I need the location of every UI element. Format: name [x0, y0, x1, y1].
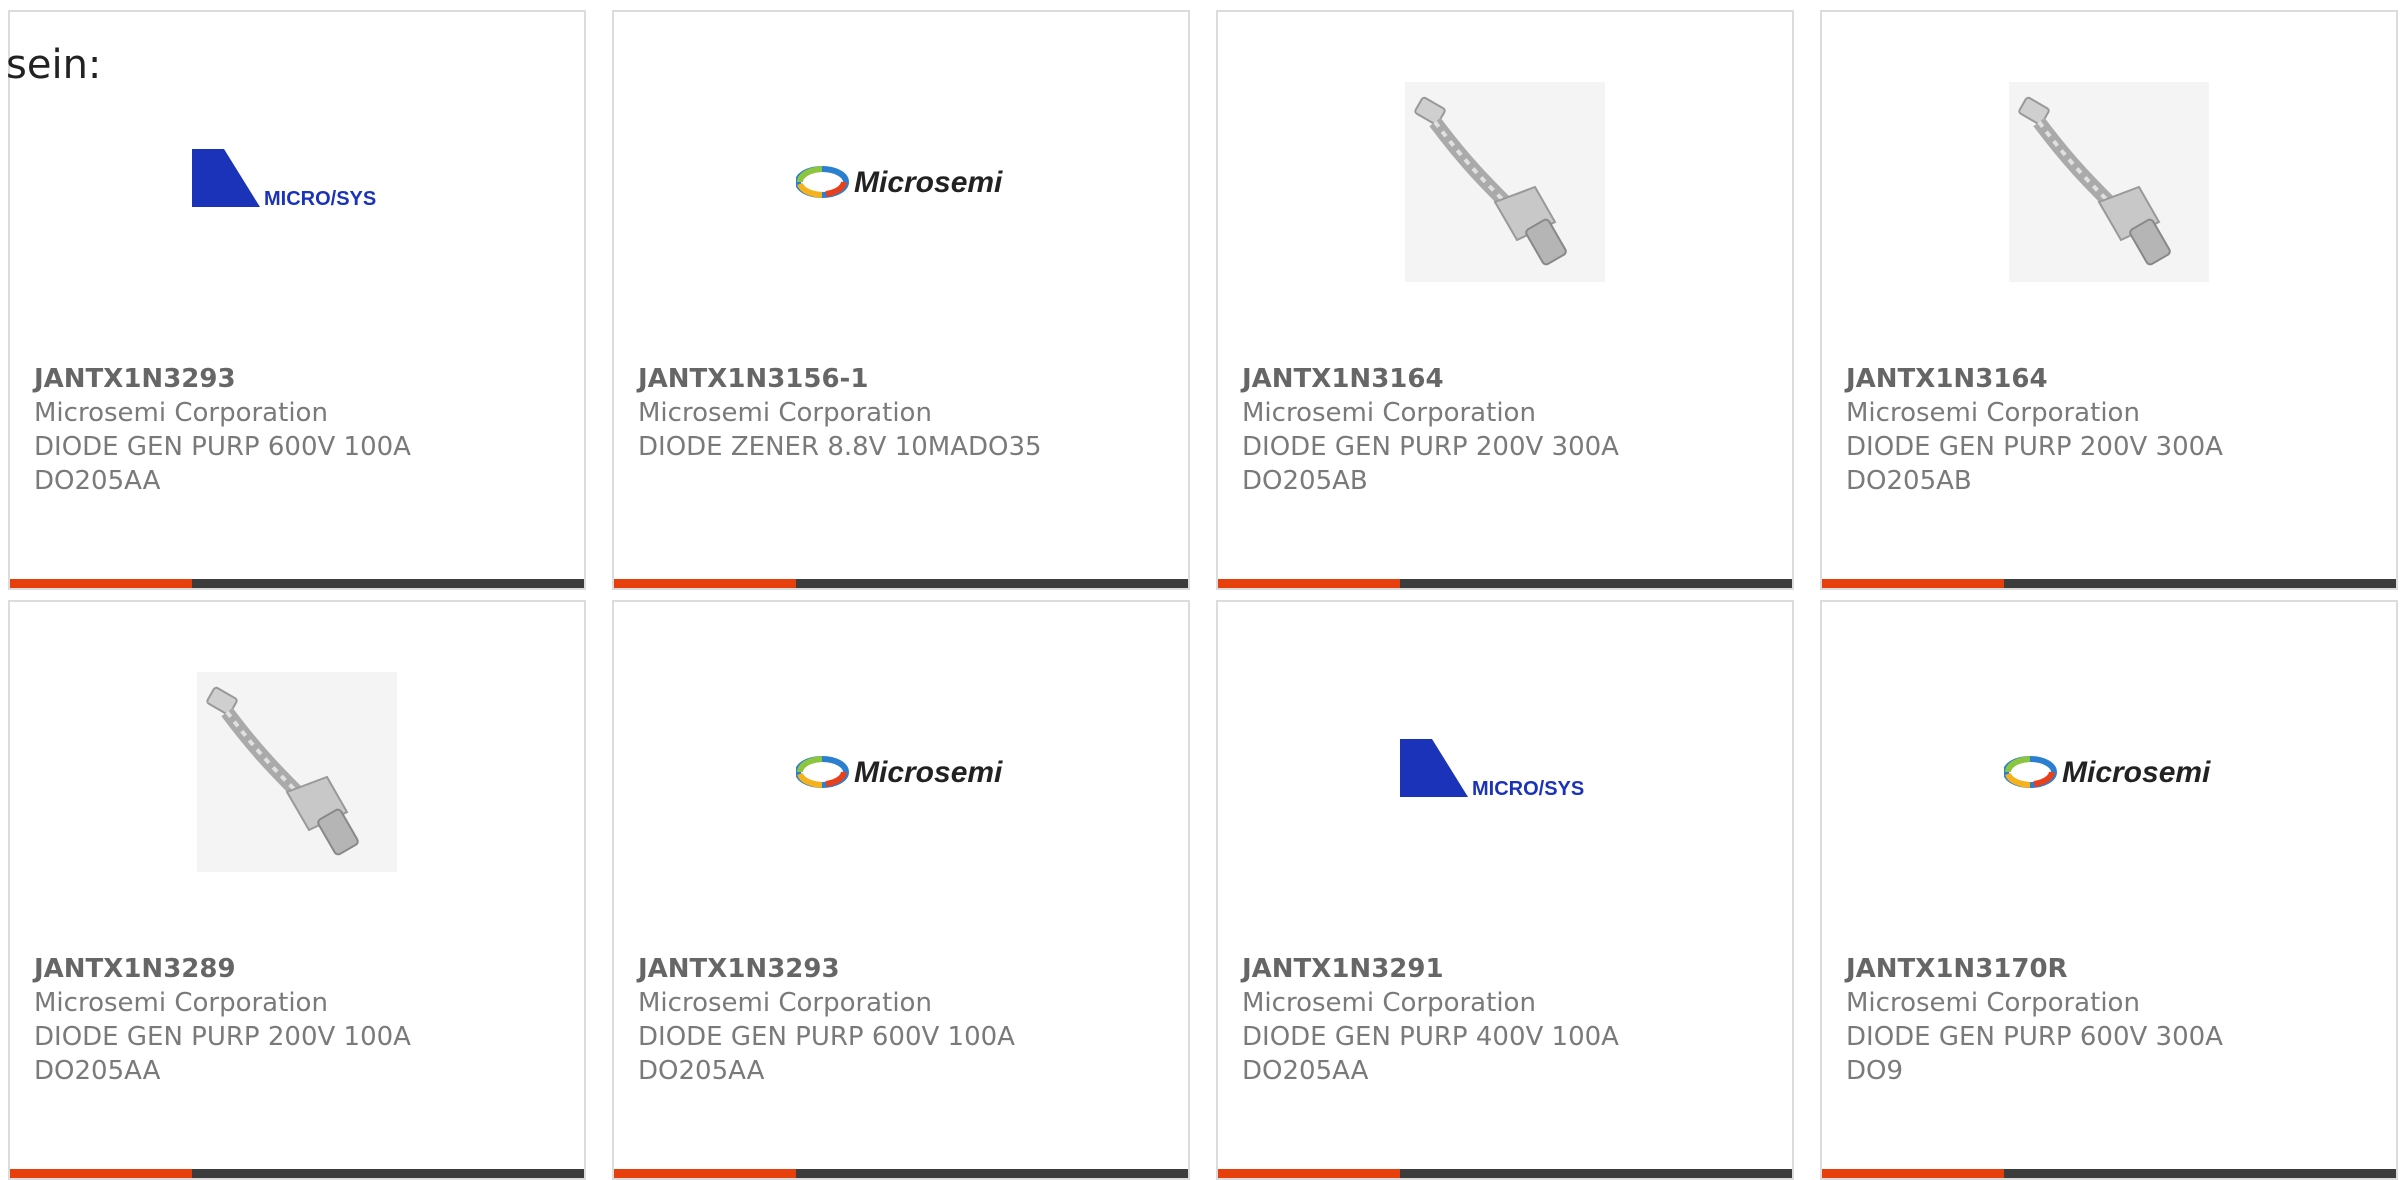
part-number[interactable]: JANTX1N3289	[34, 952, 564, 986]
microsemi-logo-icon: Microsemi	[2004, 756, 2211, 789]
svg-text:Microsemi: Microsemi	[854, 166, 1003, 199]
package: DO205AB	[1242, 466, 1368, 496]
stud-diode-photo-icon	[2009, 82, 2209, 282]
card-bar	[614, 1169, 1188, 1178]
product-card[interactable]: Microsemi JANTX1N3170R Microsemi Corpora…	[1820, 600, 2398, 1180]
svg-text:MICRO/SYS: MICRO/SYS	[264, 188, 376, 210]
description: DIODE GEN PURP 400V 100A	[1242, 1022, 1619, 1052]
product-card[interactable]: JANTX1N3164 Microsemi Corporation DIODE …	[1820, 10, 2398, 590]
card-bar	[1218, 579, 1792, 588]
svg-text:Microsemi: Microsemi	[2062, 756, 2211, 789]
card-bar-accent	[614, 579, 796, 588]
product-image	[10, 662, 584, 882]
package: DO205AB	[1846, 466, 1972, 496]
card-bar-accent	[1822, 1169, 2004, 1178]
product-card[interactable]: Microsemi JANTX1N3293 Microsemi Corporat…	[612, 600, 1190, 1180]
description: DIODE GEN PURP 200V 300A	[1242, 432, 1619, 462]
product-card[interactable]: JANTX1N3164 Microsemi Corporation DIODE …	[1216, 10, 1794, 590]
product-image: Microsemi	[614, 72, 1188, 292]
manufacturer: Microsemi Corporation	[34, 988, 328, 1018]
part-number[interactable]: JANTX1N3164	[1846, 362, 2376, 396]
microsemi-logo-icon: Microsemi	[796, 756, 1003, 789]
product-card[interactable]: Microsemi JANTX1N3156-1 Microsemi Corpor…	[612, 10, 1190, 590]
stud-diode-photo-icon	[197, 672, 397, 872]
section-heading: sein:	[6, 42, 102, 88]
description: DIODE GEN PURP 200V 100A	[34, 1022, 411, 1052]
manufacturer: Microsemi Corporation	[1242, 988, 1536, 1018]
description: DIODE GEN PURP 600V 300A	[1846, 1022, 2223, 1052]
card-bar-accent	[1218, 1169, 1400, 1178]
microsys-logo-icon: MICRO/SYS	[192, 149, 376, 210]
product-text: JANTX1N3291 Microsemi Corporation DIODE …	[1242, 952, 1772, 1088]
part-number[interactable]: JANTX1N3170R	[1846, 952, 2376, 986]
product-card[interactable]: JANTX1N3289 Microsemi Corporation DIODE …	[8, 600, 586, 1180]
description: DIODE ZENER 8.8V 10MADO35	[638, 432, 1042, 462]
part-number[interactable]: JANTX1N3291	[1242, 952, 1772, 986]
manufacturer: Microsemi Corporation	[1846, 988, 2140, 1018]
card-bar-accent	[1822, 579, 2004, 588]
card-bar	[10, 1169, 584, 1178]
svg-text:Microsemi: Microsemi	[854, 756, 1003, 789]
product-image: MICRO/SYS	[10, 72, 584, 292]
product-image	[1822, 72, 2396, 292]
product-image	[1218, 72, 1792, 292]
manufacturer: Microsemi Corporation	[638, 398, 932, 428]
description: DIODE GEN PURP 600V 100A	[638, 1022, 1015, 1052]
card-bar-accent	[10, 579, 192, 588]
part-number[interactable]: JANTX1N3293	[34, 362, 564, 396]
description: DIODE GEN PURP 600V 100A	[34, 432, 411, 462]
package: DO205AA	[34, 1056, 161, 1086]
product-image: Microsemi	[614, 662, 1188, 882]
package: DO205AA	[34, 466, 161, 496]
product-text: JANTX1N3289 Microsemi Corporation DIODE …	[34, 952, 564, 1088]
manufacturer: Microsemi Corporation	[1242, 398, 1536, 428]
card-bar	[1822, 1169, 2396, 1178]
card-bar	[10, 579, 584, 588]
manufacturer: Microsemi Corporation	[638, 988, 932, 1018]
product-card[interactable]: MICRO/SYS JANTX1N3293 Microsemi Corporat…	[8, 10, 586, 590]
package: DO205AA	[1242, 1056, 1369, 1086]
stud-diode-photo-icon	[1405, 82, 1605, 282]
card-bar	[614, 579, 1188, 588]
description: DIODE GEN PURP 200V 300A	[1846, 432, 2223, 462]
product-text: JANTX1N3170R Microsemi Corporation DIODE…	[1846, 952, 2376, 1088]
product-image: MICRO/SYS	[1218, 662, 1792, 882]
product-image: Microsemi	[1822, 662, 2396, 882]
product-text: JANTX1N3164 Microsemi Corporation DIODE …	[1846, 362, 2376, 498]
package: DO205AA	[638, 1056, 765, 1086]
product-text: JANTX1N3164 Microsemi Corporation DIODE …	[1242, 362, 1772, 498]
product-card[interactable]: MICRO/SYS JANTX1N3291 Microsemi Corporat…	[1216, 600, 1794, 1180]
card-bar-accent	[614, 1169, 796, 1178]
package: DO9	[1846, 1056, 1904, 1086]
manufacturer: Microsemi Corporation	[34, 398, 328, 428]
microsys-logo-icon: MICRO/SYS	[1400, 739, 1584, 800]
product-text: JANTX1N3293 Microsemi Corporation DIODE …	[34, 362, 564, 498]
product-text: JANTX1N3156-1 Microsemi Corporation DIOD…	[638, 362, 1168, 464]
card-bar	[1822, 579, 2396, 588]
card-bar-accent	[10, 1169, 192, 1178]
manufacturer: Microsemi Corporation	[1846, 398, 2140, 428]
part-number[interactable]: JANTX1N3293	[638, 952, 1168, 986]
microsemi-logo-icon: Microsemi	[796, 166, 1003, 199]
card-bar-accent	[1218, 579, 1400, 588]
part-number[interactable]: JANTX1N3156-1	[638, 362, 1168, 396]
product-text: JANTX1N3293 Microsemi Corporation DIODE …	[638, 952, 1168, 1088]
part-number[interactable]: JANTX1N3164	[1242, 362, 1772, 396]
svg-text:MICRO/SYS: MICRO/SYS	[1472, 778, 1584, 800]
card-bar	[1218, 1169, 1792, 1178]
